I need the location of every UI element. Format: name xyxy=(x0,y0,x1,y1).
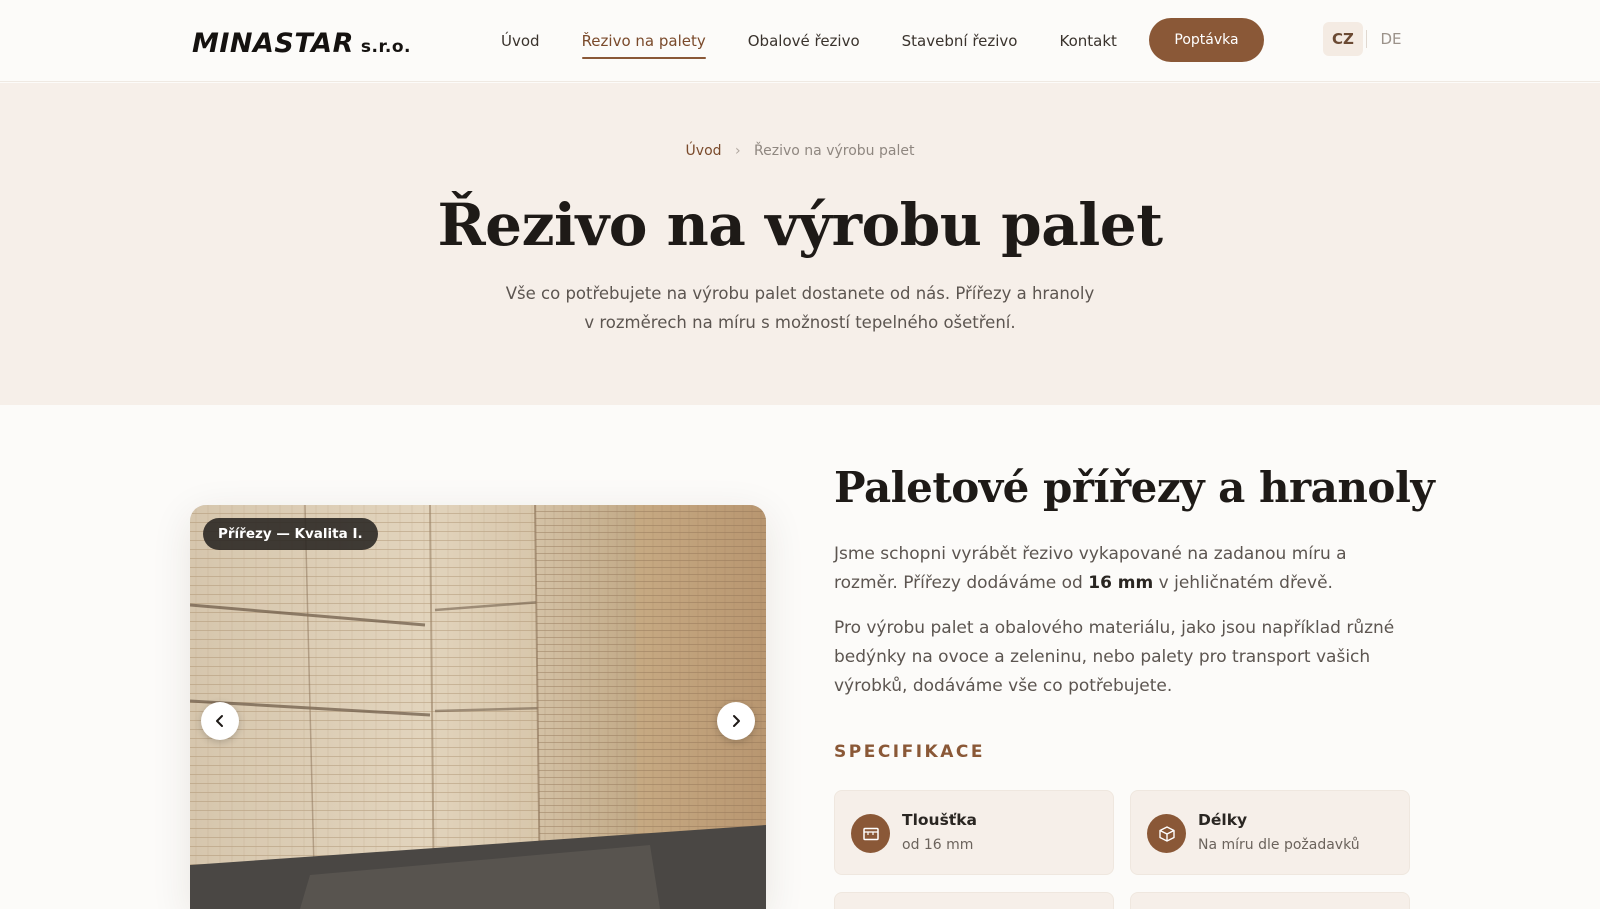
logo[interactable]: MINASTAR s.r.o. xyxy=(192,28,411,59)
logo-suffix: s.r.o. xyxy=(360,37,412,57)
breadcrumb-current: Řezivo na výrobu palet xyxy=(754,143,915,159)
carousel-prev-button[interactable] xyxy=(201,702,239,740)
language-cz[interactable]: CZ xyxy=(1323,22,1363,56)
cube-icon xyxy=(1147,814,1186,853)
description-paragraph: Pro výrobu palet a obalového materiálu, … xyxy=(834,618,1395,696)
inquiry-button[interactable]: Poptávka xyxy=(1149,18,1264,62)
spec-card-partial xyxy=(1130,892,1410,909)
spec-card-partial xyxy=(834,892,1114,909)
image-badge: Přířezy — Kvalita I. xyxy=(203,518,378,550)
intro-paragraph: Jsme schopni vyrábět řezivo vykapované n… xyxy=(834,540,1414,598)
site-header: MINASTAR s.r.o. Úvod Řezivo na palety Ob… xyxy=(0,0,1600,82)
page-subtitle: Vše co potřebujete na výrobu palet dosta… xyxy=(505,284,1095,332)
nav-item-uvod[interactable]: Úvod xyxy=(501,24,540,58)
ruler-box-icon xyxy=(851,814,890,853)
spec-heading: SPECIFIKACE xyxy=(834,742,985,762)
spec-title: Tloušťka xyxy=(902,811,977,829)
breadcrumb-home[interactable]: Úvod xyxy=(686,143,722,159)
spec-value: Na míru dle požadavků xyxy=(1198,837,1360,853)
spec-card-thickness: Tloušťka od 16 mm xyxy=(834,790,1114,875)
breadcrumb-separator: › xyxy=(734,143,741,159)
image-carousel: Přířezy — Kvalita I. xyxy=(190,505,766,909)
nav-item-rezivo-na-palety[interactable]: Řezivo na palety xyxy=(581,24,706,59)
hero-section: Úvod › Řezivo na výrobu palet Řezivo na … xyxy=(0,83,1600,405)
chevron-right-icon xyxy=(733,715,740,727)
logo-wordmark: MINASTAR xyxy=(192,28,354,59)
breadcrumb: Úvod › Řezivo na výrobu palet xyxy=(0,143,1600,159)
chevron-left-icon xyxy=(216,715,223,727)
lumber-stack-photo xyxy=(190,505,766,909)
intro-text-strong: 16 mm xyxy=(1088,573,1154,593)
nav-item-obalove-rezivo[interactable]: Obalové řezivo xyxy=(748,24,860,58)
carousel-next-button[interactable] xyxy=(717,702,755,740)
spec-card-lengths: Délky Na míru dle požadavků xyxy=(1130,790,1410,875)
spec-value: od 16 mm xyxy=(902,837,974,853)
page-title: Řezivo na výrobu palet xyxy=(437,191,1163,259)
language-divider xyxy=(1366,30,1367,48)
intro-text-b: v jehličnatém dřevě. xyxy=(1153,573,1333,593)
section-title: Paletové přířezy a hranoly xyxy=(834,463,1435,512)
spec-title: Délky xyxy=(1198,811,1248,829)
main-nav: Úvod Řezivo na palety Obalové řezivo Sta… xyxy=(480,0,1138,82)
nav-item-stavebni-rezivo[interactable]: Stavební řezivo xyxy=(902,24,1018,58)
nav-item-kontakt[interactable]: Kontakt xyxy=(1059,24,1116,58)
language-de[interactable]: DE xyxy=(1371,22,1411,56)
